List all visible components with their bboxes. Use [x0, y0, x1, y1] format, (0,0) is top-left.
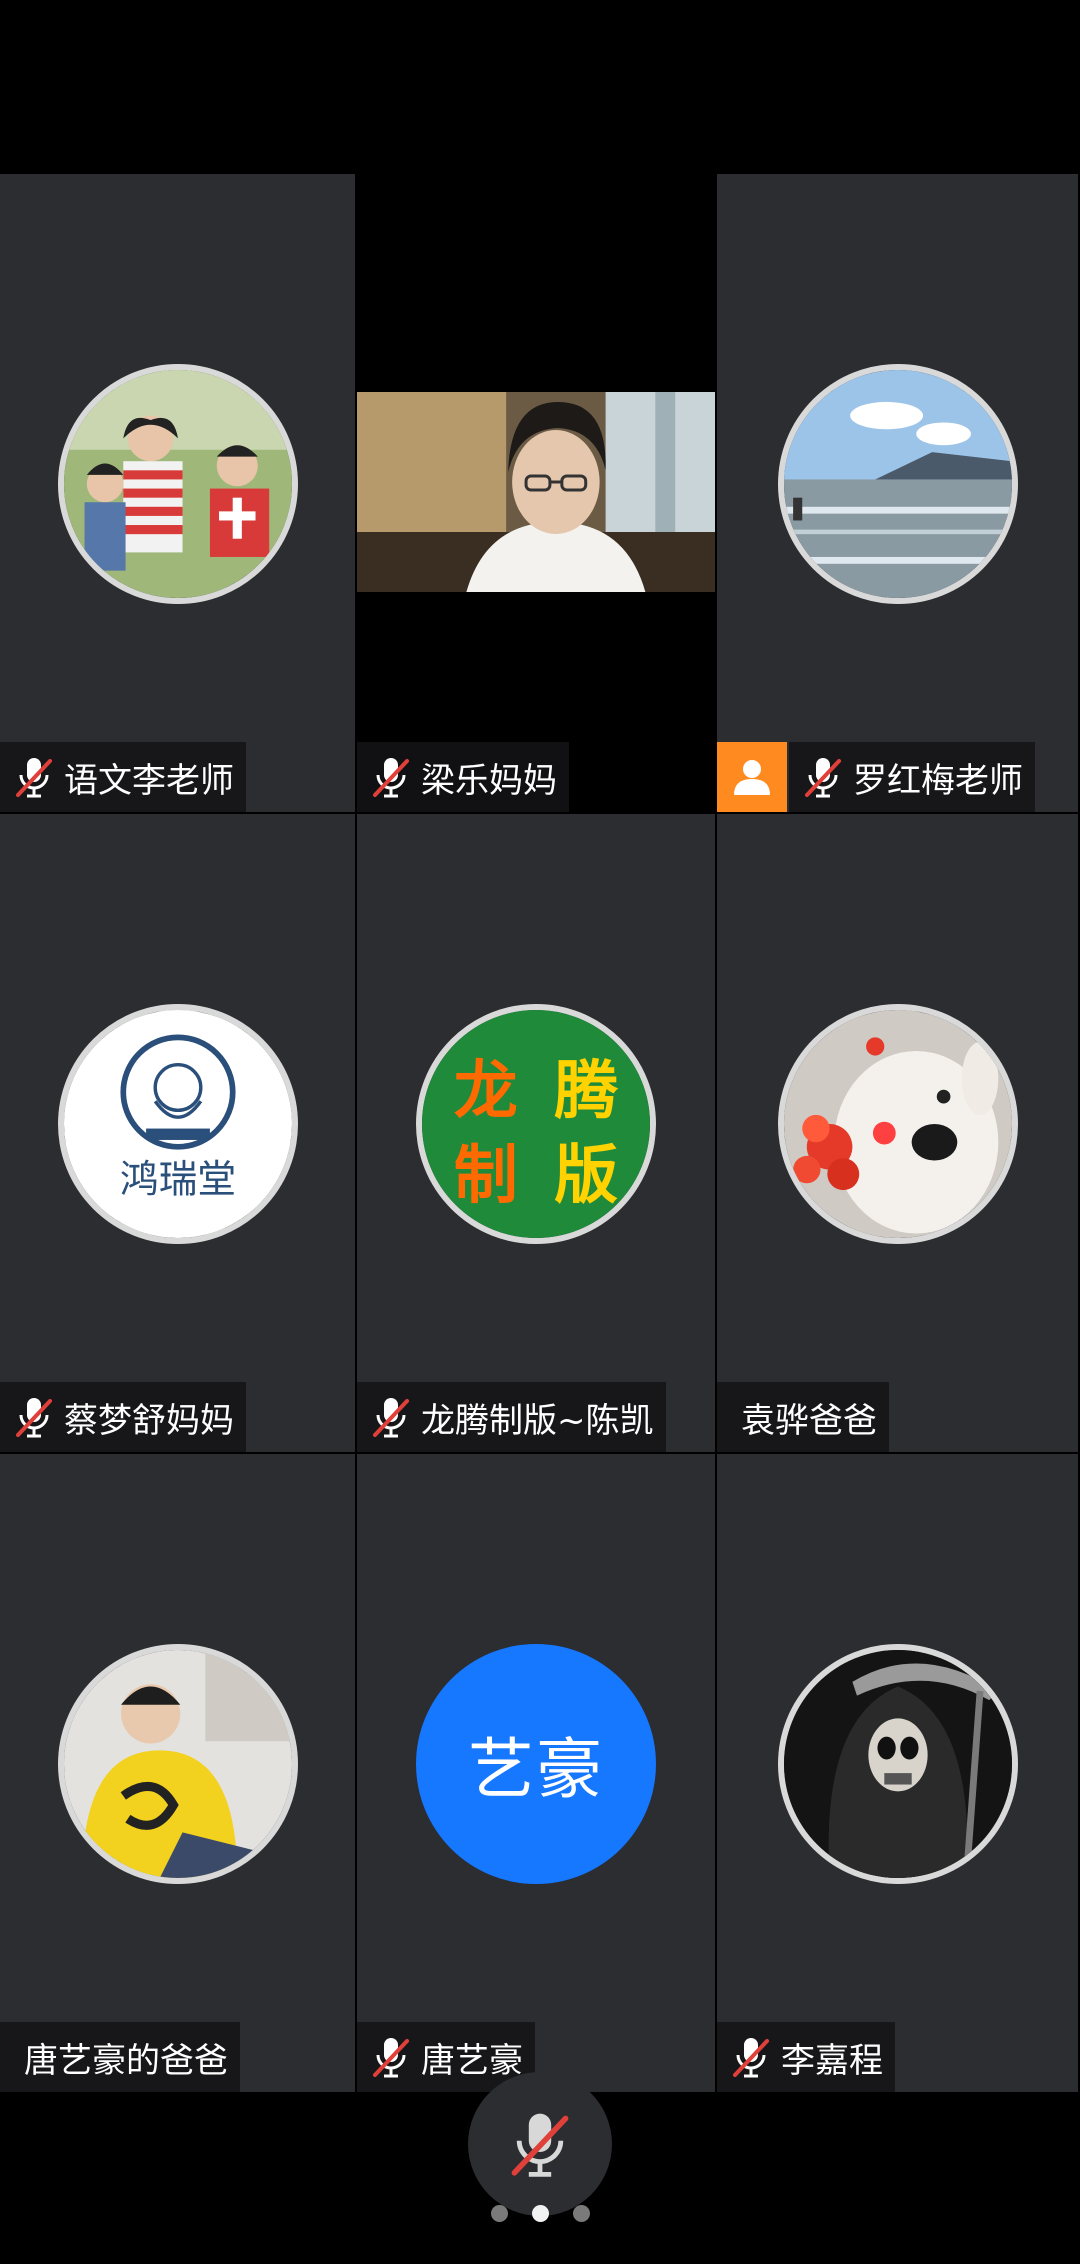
avatar	[57, 364, 298, 604]
participant-name-badge: 蔡梦舒妈妈	[0, 1382, 246, 1452]
participant-name-badge: 袁骅爸爸	[717, 1382, 889, 1452]
participant-name-badge: 罗红梅老师	[789, 742, 1035, 812]
host-person-icon	[734, 760, 770, 795]
participant-name: 李嘉程	[781, 2040, 883, 2081]
page-dot[interactable]	[490, 2205, 508, 2222]
participant-name: 梁乐妈妈	[421, 760, 557, 801]
mic-muted-icon	[371, 755, 411, 799]
mic-muted-icon	[14, 1395, 54, 1439]
host-badge	[717, 742, 787, 812]
logo-char: 腾	[554, 1054, 619, 1129]
page-dot-active[interactable]	[531, 2205, 549, 2222]
participant-tile[interactable]: 唐艺豪的爸爸	[0, 1454, 357, 2094]
video-feed	[357, 392, 715, 592]
participant-name: 龙腾制版~陈凯	[421, 1400, 654, 1441]
participant-name-badge: 梁乐妈妈	[357, 742, 569, 812]
mic-muted-icon	[511, 2113, 569, 2177]
participant-tile[interactable]: 罗红梅老师	[717, 174, 1080, 814]
page-dot[interactable]	[572, 2205, 590, 2222]
participant-name-badge: 李嘉程	[717, 2022, 895, 2092]
logo-char: 龙	[454, 1054, 518, 1129]
logo-char: 制	[454, 1138, 518, 1213]
participant-name: 语文李老师	[64, 760, 234, 801]
mic-muted-icon	[731, 2035, 771, 2079]
mic-muted-icon	[371, 2035, 411, 2079]
mic-muted-icon	[14, 755, 54, 799]
participant-tile[interactable]: 龙 腾 制 版 龙腾制版~陈凯	[357, 814, 717, 1454]
participant-name-badge: 龙腾制版~陈凯	[357, 1382, 666, 1452]
avatar	[57, 1644, 298, 1884]
mute-toggle-button[interactable]	[468, 2072, 612, 2216]
page-indicator	[0, 2205, 1080, 2222]
avatar: 龙 腾 制 版	[416, 1004, 656, 1244]
participant-name: 唐艺豪	[421, 2040, 523, 2081]
participant-tile[interactable]: 艺豪 唐艺豪	[357, 1454, 717, 2094]
mic-muted-icon	[803, 755, 843, 799]
participant-name-badge: 唐艺豪的爸爸	[0, 2022, 240, 2092]
participant-grid: 语文李老师 梁乐妈妈 罗红梅老师 鸿瑞堂 蔡梦舒妈妈 龙 腾 制 版 龙腾制版~…	[0, 174, 1080, 2094]
participant-name: 蔡梦舒妈妈	[64, 1400, 234, 1441]
participant-tile[interactable]: 鸿瑞堂 蔡梦舒妈妈	[0, 814, 357, 1454]
avatar	[777, 364, 1018, 604]
participant-tile[interactable]: 袁骅爸爸	[717, 814, 1080, 1454]
participant-tile[interactable]: 梁乐妈妈	[357, 174, 717, 814]
avatar	[777, 1644, 1018, 1884]
mic-muted-icon	[371, 1395, 411, 1439]
avatar: 鸿瑞堂	[57, 1004, 298, 1244]
participant-tile[interactable]: 李嘉程	[717, 1454, 1080, 2094]
avatar-initials: 艺豪	[416, 1644, 656, 1884]
participant-name-badge: 语文李老师	[0, 742, 246, 812]
participant-name: 唐艺豪的爸爸	[24, 2040, 228, 2081]
avatar	[777, 1004, 1018, 1244]
logo-text: 鸿瑞堂	[119, 1157, 235, 1202]
logo-char: 版	[554, 1138, 618, 1213]
participant-tile[interactable]: 语文李老师	[0, 174, 357, 814]
participant-name: 袁骅爸爸	[741, 1400, 877, 1441]
participant-name: 罗红梅老师	[853, 760, 1023, 801]
